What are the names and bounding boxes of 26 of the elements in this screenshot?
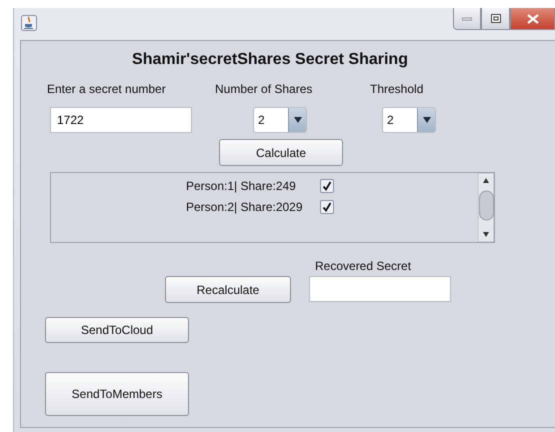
field-label: Enter a secret number	[47, 82, 167, 96]
close-icon	[526, 14, 538, 24]
close-button[interactable]	[510, 8, 555, 30]
recovered-secret-field[interactable]	[309, 276, 451, 302]
share-entry: Person:2| Share:2029	[186, 200, 304, 214]
field-label: Threshold	[370, 82, 424, 96]
caret-icon	[294, 117, 302, 123]
checkbox[interactable]	[320, 178, 334, 192]
calculate-button[interactable]: Calculate	[219, 139, 343, 166]
send-to-members-button[interactable]: SendToMembers	[45, 372, 189, 416]
caret-icon	[422, 117, 430, 123]
share-entry: Person:1| Share:249	[186, 178, 297, 192]
shares-dropdown[interactable]: 2	[253, 107, 307, 133]
checkbox[interactable]	[320, 200, 334, 214]
field-label: Number of Shares	[215, 82, 314, 96]
scrollbar[interactable]	[478, 173, 494, 242]
maximize-button[interactable]	[481, 8, 510, 30]
maximize-icon	[490, 14, 500, 23]
threshold-dropdown[interactable]: 2	[382, 107, 436, 133]
secret-number-field[interactable]: 1722	[50, 107, 192, 133]
recalculate-button[interactable]: Recalculate	[165, 276, 291, 303]
app-heading: Shamir'secretShares Secret Sharing	[131, 51, 409, 69]
field-label: Recovered Secret	[315, 259, 412, 273]
coffee-cup-icon	[21, 15, 37, 31]
send-to-cloud-button[interactable]: SendToCloud	[45, 317, 189, 343]
minimize-icon	[462, 16, 472, 20]
